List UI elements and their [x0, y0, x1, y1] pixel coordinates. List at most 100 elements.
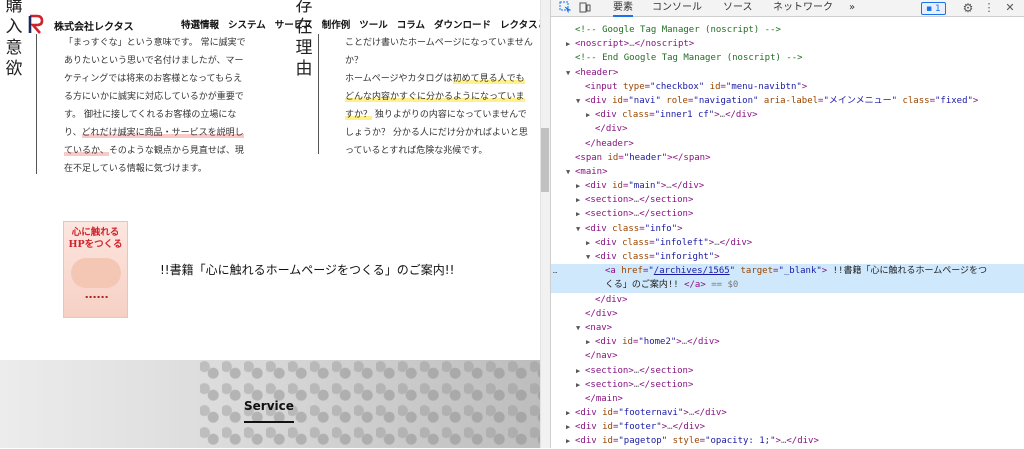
nav-item-column[interactable]: コラム [397, 17, 425, 31]
nav-item-tools[interactable]: ツール [359, 17, 388, 31]
close-icon[interactable]: ✕ [1003, 1, 1017, 15]
dom-node-markup: <noscript>…</noscript> [575, 39, 695, 50]
nav-item-works[interactable]: 制作例 [322, 17, 351, 31]
dom-node-markup: <div class="info"> [585, 223, 683, 234]
expanded-triangle-icon[interactable]: ▼ [576, 222, 580, 236]
dom-node-row[interactable]: </main> [551, 392, 1024, 406]
dom-node-markup: <div class="inforight"> [595, 252, 720, 262]
book-cover-image[interactable]: 心に触れる HPをつくる ▪ ▪ ▪ ▪ ▪ ▪ [63, 221, 128, 318]
collapsed-triangle-icon[interactable]: ▶ [586, 335, 590, 349]
dom-node-row[interactable]: ▶ <div id="footernavi">…</div> [551, 406, 1024, 420]
expanded-triangle-icon[interactable]: ▼ [576, 321, 580, 335]
dom-node-row[interactable]: ▶ <noscript>…</noscript> [551, 37, 1024, 51]
hands-illustration [71, 258, 121, 288]
expanded-triangle-icon[interactable]: ▼ [566, 165, 570, 179]
dom-node-row[interactable]: ▶ <section>…</section> [551, 207, 1024, 221]
dom-node-row[interactable]: くる」のご案内!! </a> == $0 [551, 278, 1024, 293]
dom-node-markup: <span id="header"></span> [575, 152, 711, 163]
dom-node-row[interactable]: ▶ <div id="pagetop" style="opacity: 1;">…… [551, 434, 1024, 448]
left-vertical-title: 購入意欲 [5, 0, 23, 79]
dom-node-markup: </nav> [585, 351, 618, 362]
highlight-yellow: どんな内容かすぐに分かるようになっていま [345, 92, 525, 102]
collapsed-triangle-icon[interactable]: ▶ [566, 37, 570, 51]
nav-item-download[interactable]: ダウンロード [434, 17, 491, 31]
device-toggle-icon[interactable] [578, 1, 592, 15]
dom-node-row[interactable]: ▶ <div class="infoleft">…</div> [551, 236, 1024, 250]
dom-node-row[interactable]: ▶ <section>…</section> [551, 364, 1024, 378]
collapsed-triangle-icon[interactable]: ▶ [576, 193, 580, 207]
dom-node-row[interactable]: ▼ <div class="inforight"> [551, 250, 1024, 264]
dom-node-row[interactable]: </header> [551, 137, 1024, 151]
right-divider [318, 34, 319, 154]
collapsed-triangle-icon[interactable]: ▶ [576, 378, 580, 392]
dom-node-markup: <div id="home2">…</div> [595, 337, 720, 348]
collapsed-triangle-icon[interactable]: ▶ [576, 364, 580, 378]
company-name[interactable]: 株式会社レクタス [54, 18, 134, 33]
collapsed-triangle-icon[interactable]: ▶ [586, 236, 590, 250]
nav-item-system[interactable]: システム [228, 17, 266, 31]
devtools-toolbar: 要素 コンソール ソース ネットワーク » ▪ 1 ⚙ ⋮ ✕ [551, 0, 1024, 17]
page-scrollbar[interactable] [540, 0, 550, 448]
nav-item-about[interactable]: レクタスとは [500, 17, 540, 31]
tab-network[interactable]: ネットワーク [773, 0, 833, 17]
dom-node-row[interactable]: ▼ <header> [551, 66, 1024, 80]
book-info-link[interactable]: !!書籍「心に触れるホームページをつくる」のご案内!! [160, 261, 454, 278]
devtools-panel: 要素 コンソール ソース ネットワーク » ▪ 1 ⚙ ⋮ ✕ <!-- Goo… [550, 0, 1024, 448]
dom-node-row[interactable]: ▶ <div id="footer">…</div> [551, 420, 1024, 434]
collapsed-triangle-icon[interactable]: ▶ [576, 179, 580, 193]
dom-node-markup: <section>…</section> [585, 209, 694, 220]
node-options-icon[interactable]: … [553, 264, 557, 278]
left-paragraph: 「まっすぐな」という意味です。 常に誠実で ありたいという思いで名付けましたが、… [64, 38, 246, 174]
dom-node-markup: <div id="pagetop" style="opacity: 1;">…<… [575, 436, 819, 447]
book-cover-subtext: ▪ ▪ ▪ ▪ ▪ ▪ [85, 294, 108, 299]
dom-node-row[interactable]: <span id="header"></span> [551, 151, 1024, 165]
web-page: 株式会社レクタス 特選情報 システム サービス 制作例 ツール コラム ダウンロ… [0, 0, 540, 448]
dom-node-row[interactable]: ▼ <div class="info"> [551, 222, 1024, 236]
dom-node-row[interactable]: </nav> [551, 349, 1024, 363]
dom-node-row[interactable]: <!-- Google Tag Manager (noscript) --> [551, 23, 1024, 37]
dom-node-row[interactable]: ▶ <div id="main">…</div> [551, 179, 1024, 193]
expanded-triangle-icon[interactable]: ▼ [566, 66, 570, 80]
dom-node-markup: <input type="checkbox" id="menu-navibtn"… [585, 81, 808, 92]
nav-item-featured[interactable]: 特選情報 [181, 17, 219, 31]
collapsed-triangle-icon[interactable]: ▶ [576, 207, 580, 221]
book-cover-title: 心に触れる HPをつくる [68, 227, 123, 250]
dom-node-markup: </header> [585, 138, 634, 149]
dom-node-row[interactable]: ▼ <nav> [551, 321, 1024, 335]
issues-badge[interactable]: ▪ 1 [921, 2, 946, 15]
more-tabs-icon[interactable]: » [849, 0, 855, 17]
dom-node-markup: </div> [595, 294, 628, 305]
dom-node-markup: <div id="footer">…</div> [575, 422, 706, 433]
dom-node-row[interactable]: </div> [551, 122, 1024, 136]
collapsed-triangle-icon[interactable]: ▶ [566, 420, 570, 434]
collapsed-triangle-icon[interactable]: ▶ [566, 406, 570, 420]
rectus-logo-icon[interactable] [28, 14, 44, 34]
collapsed-triangle-icon[interactable]: ▶ [586, 108, 590, 122]
dom-node-markup: <nav> [585, 322, 613, 333]
dom-node-row[interactable]: <!-- End Google Tag Manager (noscript) -… [551, 51, 1024, 65]
dom-node-row[interactable]: </div> [551, 307, 1024, 321]
dom-node-row[interactable]: ▼ <main> [551, 165, 1024, 179]
inspect-element-icon[interactable] [558, 1, 572, 15]
more-options-icon[interactable]: ⋮ [982, 1, 996, 15]
dom-node-markup: <main> [575, 166, 608, 177]
collapsed-triangle-icon[interactable]: ▶ [566, 434, 570, 448]
expanded-triangle-icon[interactable]: ▼ [586, 250, 590, 264]
dom-node-markup: <section>…</section> [585, 379, 694, 390]
dom-node-row[interactable]: ▶ <div id="home2">…</div> [551, 335, 1024, 349]
highlight-yellow: 初めて見る人でも [452, 74, 525, 84]
dom-node-row[interactable]: ▶ <div class="inner1 cf">…</div> [551, 108, 1024, 122]
dom-node-row[interactable]: ▼ <div id="navi" role="navigation" aria-l… [551, 94, 1024, 108]
settings-gear-icon[interactable]: ⚙ [961, 1, 975, 15]
tab-sources[interactable]: ソース [723, 0, 753, 17]
dom-node-row[interactable]: … <a href="/archives/1565" target="_blank… [551, 264, 1024, 279]
tab-elements[interactable]: 要素 [613, 0, 633, 17]
highlight-red: どれだけ誠実に商品・サービスを説明し [81, 128, 244, 138]
page-scrollbar-thumb[interactable] [541, 128, 549, 192]
tab-console[interactable]: コンソール [652, 0, 702, 17]
dom-node-row[interactable]: <input type="checkbox" id="menu-navibtn"… [551, 80, 1024, 94]
expanded-triangle-icon[interactable]: ▼ [576, 94, 580, 108]
dom-node-row[interactable]: </div> [551, 293, 1024, 307]
dom-node-row[interactable]: ▶ <section>…</section> [551, 378, 1024, 392]
dom-node-row[interactable]: ▶ <section>…</section> [551, 193, 1024, 207]
